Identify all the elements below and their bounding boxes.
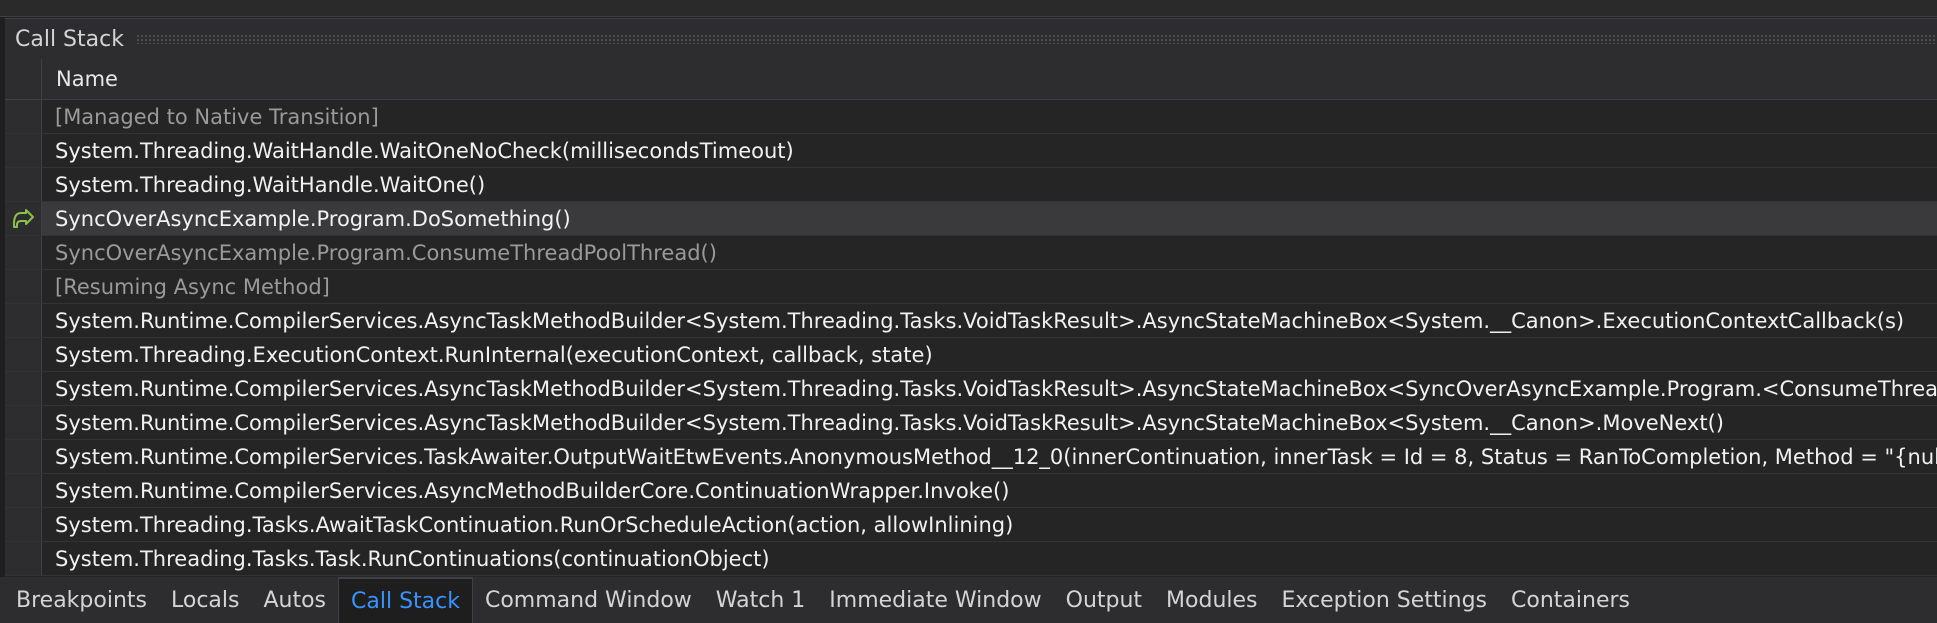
row-gutter xyxy=(5,100,42,133)
frame-name: System.Threading.Tasks.AwaitTaskContinua… xyxy=(55,512,1014,537)
frame-list: [Managed to Native Transition] System.Thr… xyxy=(5,100,1937,576)
top-divider xyxy=(0,0,1937,17)
call-stack-row[interactable]: [Resuming Async Method] xyxy=(5,270,1937,304)
frame-name: [Resuming Async Method] xyxy=(55,274,330,299)
frame-name: System.Runtime.CompilerServices.AsyncTas… xyxy=(55,308,1905,333)
row-gutter xyxy=(5,508,42,541)
tab-call-stack[interactable]: Call Stack xyxy=(338,577,473,623)
column-header-row: Name xyxy=(5,59,1937,100)
frame-name: SyncOverAsyncExample.Program.ConsumeThre… xyxy=(55,240,717,265)
row-gutter xyxy=(5,134,42,167)
tab-watch-1[interactable]: Watch 1 xyxy=(704,577,817,623)
tab-exception-settings[interactable]: Exception Settings xyxy=(1270,577,1500,623)
frame-name: System.Runtime.CompilerServices.AsyncMet… xyxy=(55,478,1010,503)
row-gutter xyxy=(5,236,42,269)
panel-title: Call Stack xyxy=(15,26,124,52)
frame-name: [Managed to Native Transition] xyxy=(55,104,379,129)
row-gutter xyxy=(5,270,42,303)
call-stack-window: Call Stack Name [Managed to Native Trans… xyxy=(0,0,1937,623)
row-gutter xyxy=(5,440,42,473)
row-gutter xyxy=(5,372,42,405)
frame-name: System.Threading.Tasks.Task.RunContinuat… xyxy=(55,546,770,571)
tool-window-tabbar: Breakpoints Locals Autos Call Stack Command … xyxy=(0,577,1937,623)
call-stack-row[interactable]: SyncOverAsyncExample.Program.ConsumeThre… xyxy=(5,236,1937,270)
frame-name: System.Runtime.CompilerServices.AsyncTas… xyxy=(55,410,1724,435)
tab-locals[interactable]: Locals xyxy=(159,577,251,623)
call-stack-row[interactable]: System.Runtime.CompilerServices.TaskAwai… xyxy=(5,440,1937,474)
column-header-name[interactable]: Name xyxy=(42,67,118,91)
row-gutter xyxy=(5,542,42,575)
tab-modules[interactable]: Modules xyxy=(1154,577,1269,623)
call-stack-row[interactable]: System.Runtime.CompilerServices.AsyncTas… xyxy=(5,406,1937,440)
row-gutter xyxy=(5,406,42,439)
tab-containers[interactable]: Containers xyxy=(1499,577,1642,623)
tab-immediate-window[interactable]: Immediate Window xyxy=(817,577,1053,623)
current-frame-arrow-icon xyxy=(11,208,35,229)
row-gutter xyxy=(5,168,42,201)
call-stack-row[interactable]: System.Threading.WaitHandle.WaitOneNoChe… xyxy=(5,134,1937,168)
call-stack-row[interactable]: [Managed to Native Transition] xyxy=(5,100,1937,134)
tab-breakpoints[interactable]: Breakpoints xyxy=(0,577,159,623)
frame-name: System.Runtime.CompilerServices.AsyncTas… xyxy=(55,376,1937,401)
call-stack-row[interactable]: SyncOverAsyncExample.Program.DoSomething… xyxy=(5,202,1937,236)
call-stack-row[interactable]: System.Runtime.CompilerServices.AsyncMet… xyxy=(5,474,1937,508)
row-gutter xyxy=(5,304,42,337)
gutter-header xyxy=(5,59,42,99)
call-stack-row[interactable]: System.Threading.Tasks.Task.RunContinuat… xyxy=(5,542,1937,576)
row-gutter xyxy=(5,338,42,371)
call-stack-row[interactable]: System.Threading.ExecutionContext.RunInt… xyxy=(5,338,1937,372)
frame-name: System.Threading.WaitHandle.WaitOneNoChe… xyxy=(55,138,794,163)
row-gutter xyxy=(5,202,42,235)
call-stack-row[interactable]: System.Runtime.CompilerServices.AsyncTas… xyxy=(5,304,1937,338)
tab-output[interactable]: Output xyxy=(1054,577,1154,623)
frame-name: SyncOverAsyncExample.Program.DoSomething… xyxy=(55,206,571,231)
tab-command-window[interactable]: Command Window xyxy=(473,577,704,623)
panel-drag-grip[interactable] xyxy=(135,34,1937,44)
call-stack-row[interactable]: System.Threading.Tasks.AwaitTaskContinua… xyxy=(5,508,1937,542)
frame-name: System.Runtime.CompilerServices.TaskAwai… xyxy=(55,444,1937,469)
tab-autos[interactable]: Autos xyxy=(251,577,338,623)
frame-name: System.Threading.ExecutionContext.RunInt… xyxy=(55,342,933,367)
call-stack-grid[interactable]: Name [Managed to Native Transition] Syste… xyxy=(5,59,1937,577)
call-stack-row[interactable]: System.Runtime.CompilerServices.AsyncTas… xyxy=(5,372,1937,406)
row-gutter xyxy=(5,474,42,507)
panel-header[interactable]: Call Stack xyxy=(5,18,1937,59)
call-stack-row[interactable]: System.Threading.WaitHandle.WaitOne() xyxy=(5,168,1937,202)
frame-name: System.Threading.WaitHandle.WaitOne() xyxy=(55,172,486,197)
